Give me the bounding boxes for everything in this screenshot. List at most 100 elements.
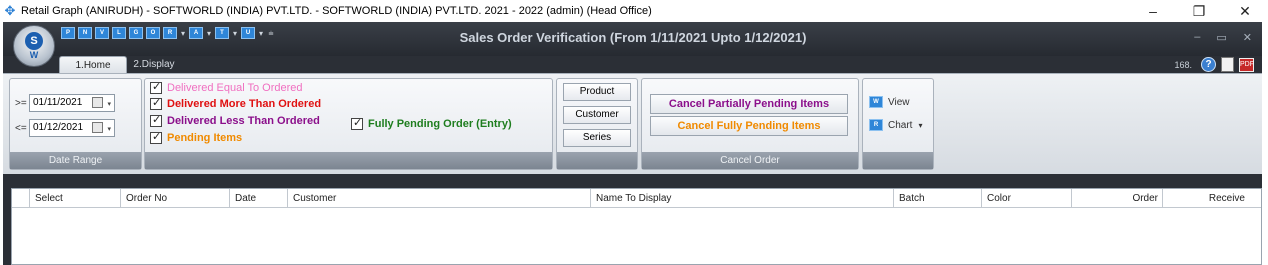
os-window-title: Retail Graph (ANIRUDH) - SOFTWORLD (INDI…: [21, 5, 652, 17]
restore-button[interactable]: ❐: [1176, 0, 1222, 22]
filter-delivered-less[interactable]: ✓ Delivered Less Than Ordered: [150, 114, 320, 127]
qat-t-icon[interactable]: T: [215, 27, 229, 39]
chart-label: Chart: [888, 119, 913, 131]
qat-l-icon[interactable]: L: [112, 27, 126, 39]
customer-button[interactable]: Customer: [563, 106, 631, 124]
checkbox[interactable]: ✓: [150, 131, 162, 144]
view-icon: W: [869, 96, 883, 108]
os-window-controls: – ❐ ✕: [1130, 0, 1268, 22]
to-date-input[interactable]: 01/12/2021 ▾: [29, 119, 115, 137]
qat-u-icon[interactable]: U: [241, 27, 255, 39]
qat-o-icon[interactable]: O: [146, 27, 160, 39]
ribbon-right-tools: 168. ? PDF: [1174, 57, 1254, 72]
filters-group-label: [145, 152, 552, 169]
date-range-label: Date Range: [10, 152, 141, 169]
selection-group-label: [557, 152, 637, 169]
ribbon-tabs: 1.Home 2.Display 168. ? PDF: [3, 56, 1262, 73]
filter-fully-pending-label: Fully Pending Order (Entry): [368, 118, 512, 130]
grid-band: [3, 174, 1262, 188]
tab-display[interactable]: 2.Display: [129, 56, 179, 73]
from-date-value: 01/11/2021: [33, 97, 83, 108]
app-window-controls: – ▭ ✕: [1194, 31, 1252, 44]
grid-header: Select Order No Date Customer Name To Di…: [12, 189, 1261, 208]
qat-r-icon[interactable]: R: [163, 27, 177, 39]
os-titlebar: ✥ Retail Graph (ANIRUDH) - SOFTWORLD (IN…: [0, 0, 1268, 22]
qat-a-icon[interactable]: A: [189, 27, 203, 39]
col-select[interactable]: Select: [30, 189, 121, 208]
view-group-label: [863, 152, 933, 169]
orders-grid[interactable]: Select Order No Date Customer Name To Di…: [11, 188, 1262, 265]
col-receive[interactable]: Receive: [1163, 189, 1249, 208]
cancel-order-label: Cancel Order: [642, 152, 858, 169]
date-range-group: >= 01/11/2021 ▾ <= 01/12/2021 ▾ Date Ran…: [9, 78, 142, 170]
col-color[interactable]: Color: [982, 189, 1072, 208]
filter-fully-pending[interactable]: ✓ Fully Pending Order (Entry): [351, 117, 512, 130]
col-batch[interactable]: Batch: [894, 189, 982, 208]
chevron-down-icon[interactable]: ▾: [232, 29, 238, 38]
cancel-fully-button[interactable]: Cancel Fully Pending Items: [650, 116, 848, 136]
view-button[interactable]: W View: [869, 96, 910, 108]
orb-sub-label: W: [29, 50, 39, 60]
ribbon: >= 01/11/2021 ▾ <= 01/12/2021 ▾ Date Ran…: [3, 73, 1262, 174]
app-logo-icon: ✥: [4, 3, 16, 18]
qat-v-icon[interactable]: V: [95, 27, 109, 39]
filter-delivered-more[interactable]: ✓ Delivered More Than Ordered: [150, 97, 321, 110]
to-date-value: 01/12/2021: [33, 122, 84, 133]
col-order-no[interactable]: Order No: [121, 189, 230, 208]
app-maximize-button[interactable]: ▭: [1216, 31, 1226, 44]
app-window: S W P N V L G O R ▾ A ▾ T ▾ U ▾ ⩧ Sales …: [3, 22, 1262, 265]
checkbox[interactable]: ✓: [351, 117, 363, 130]
quick-access-toolbar: P N V L G O R ▾ A ▾ T ▾ U ▾ ⩧: [61, 27, 275, 39]
app-close-button[interactable]: ✕: [1243, 31, 1252, 44]
orb-logo-icon: S: [25, 32, 43, 50]
customize-toolbar-icon[interactable]: ⩧: [267, 28, 275, 39]
filters-group: ✓ Delivered Equal To Ordered ✓ Delivered…: [144, 78, 553, 170]
chevron-down-icon[interactable]: ▾: [258, 29, 264, 38]
chevron-down-icon[interactable]: ▾: [107, 122, 111, 138]
filter-delivered-less-label: Delivered Less Than Ordered: [167, 115, 320, 127]
from-date-input[interactable]: 01/11/2021 ▾: [29, 94, 115, 112]
minimize-button[interactable]: –: [1130, 0, 1176, 22]
help-icon[interactable]: ?: [1201, 57, 1216, 72]
to-date-row: <= 01/12/2021 ▾: [15, 119, 115, 137]
pdf-icon[interactable]: PDF: [1239, 57, 1254, 72]
calendar-icon[interactable]: [92, 97, 103, 108]
application-menu-orb[interactable]: S W: [13, 25, 55, 67]
col-customer[interactable]: Customer: [288, 189, 591, 208]
cancel-order-group: Cancel Partially Pending Items Cancel Fu…: [641, 78, 859, 170]
filter-pending-items-label: Pending Items: [167, 132, 243, 144]
chevron-down-icon[interactable]: ▾: [180, 29, 186, 38]
qat-p-icon[interactable]: P: [61, 27, 75, 39]
checkbox[interactable]: ✓: [150, 81, 162, 94]
col-name-to-display[interactable]: Name To Display: [591, 189, 894, 208]
document-icon[interactable]: [1221, 57, 1234, 72]
from-date-row: >= 01/11/2021 ▾: [15, 94, 115, 112]
app-minimize-button[interactable]: –: [1194, 31, 1200, 44]
to-operator: <=: [15, 122, 27, 134]
row-indicator-header: [12, 189, 30, 208]
qat-n-icon[interactable]: N: [78, 27, 92, 39]
series-button[interactable]: Series: [563, 129, 631, 147]
view-group: W View R Chart ▾: [862, 78, 934, 170]
selection-group: Product Customer Series: [556, 78, 638, 170]
chevron-down-icon[interactable]: ▾: [107, 97, 111, 113]
chart-button[interactable]: R Chart ▾: [869, 119, 922, 131]
app-titlebar: S W P N V L G O R ▾ A ▾ T ▾ U ▾ ⩧ Sales …: [3, 22, 1262, 67]
from-operator: >=: [15, 97, 27, 109]
view-label: View: [888, 96, 910, 108]
cancel-partial-button[interactable]: Cancel Partially Pending Items: [650, 94, 848, 114]
tab-home[interactable]: 1.Home: [59, 56, 127, 73]
filter-delivered-equal[interactable]: ✓ Delivered Equal To Ordered: [150, 81, 303, 94]
chevron-down-icon[interactable]: ▾: [918, 121, 922, 130]
checkbox[interactable]: ✓: [150, 97, 162, 110]
filter-pending-items[interactable]: ✓ Pending Items: [150, 131, 243, 144]
chevron-down-icon[interactable]: ▾: [206, 29, 212, 38]
app-window-title: Sales Order Verification (From 1/11/2021…: [459, 30, 807, 45]
col-date[interactable]: Date: [230, 189, 288, 208]
qat-g-icon[interactable]: G: [129, 27, 143, 39]
col-order[interactable]: Order: [1072, 189, 1163, 208]
calendar-icon[interactable]: [92, 122, 103, 133]
checkbox[interactable]: ✓: [150, 114, 162, 127]
close-button[interactable]: ✕: [1222, 0, 1268, 22]
product-button[interactable]: Product: [563, 83, 631, 101]
